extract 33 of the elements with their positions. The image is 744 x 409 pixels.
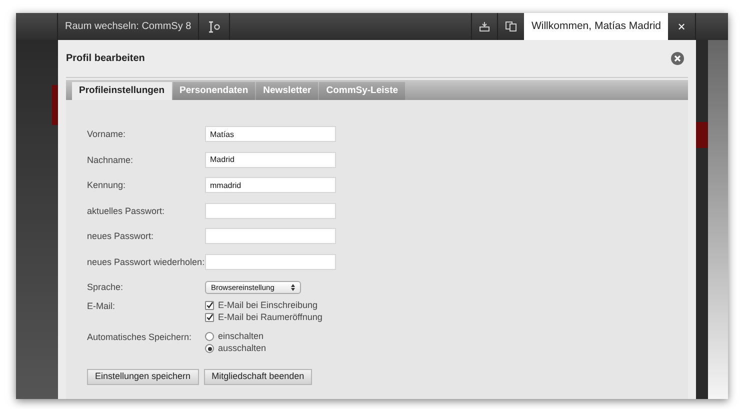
field-label: Kennung:: [87, 179, 127, 192]
checkbox[interactable]: [205, 301, 214, 310]
download-icon[interactable]: [479, 21, 490, 32]
field-label: E-Mail:: [87, 300, 116, 313]
option-label: E-Mail bei Raumeröffnung: [218, 310, 322, 324]
input-field[interactable]: Matías: [205, 126, 336, 142]
option-label: einschalten: [218, 330, 264, 343]
field-label: aktuelles Passwort:: [87, 204, 166, 218]
updown-icon: [291, 284, 295, 291]
field-label: Sprache:: [87, 281, 124, 294]
input-field[interactable]: [205, 228, 336, 244]
tab[interactable]: Profileinstellungen: [72, 82, 172, 100]
checkbox[interactable]: [205, 313, 214, 322]
form-button[interactable]: Einstellungen speichern: [87, 369, 199, 385]
input-field[interactable]: mmadrid: [205, 177, 336, 193]
option-label: ausschalten: [218, 342, 266, 355]
field-label: neues Passwort:: [87, 230, 155, 243]
field-label: Automatisches Speichern:: [87, 331, 193, 344]
input-field[interactable]: Madrid: [205, 152, 336, 168]
radio-button[interactable]: [205, 332, 214, 341]
field-label: Vorname:: [87, 128, 127, 141]
option-label: E-Mail bei Einschreibung: [218, 298, 318, 312]
welcome-tab[interactable]: Willkommen, Matías Madrid: [524, 13, 668, 40]
input-field[interactable]: [205, 202, 336, 218]
field-label: neues Passwort wiederholen:: [87, 256, 205, 268]
cursor-icon[interactable]: [207, 20, 222, 32]
field-label: Nachname:: [87, 154, 134, 166]
radio-button[interactable]: [205, 344, 214, 353]
input-field[interactable]: [205, 254, 336, 270]
close-icon[interactable]: [671, 52, 684, 65]
copy-icon[interactable]: [505, 21, 518, 32]
dialog-title: Profil bearbeiten: [66, 52, 145, 66]
form-button[interactable]: Mitgliedschaft beenden: [204, 369, 312, 385]
